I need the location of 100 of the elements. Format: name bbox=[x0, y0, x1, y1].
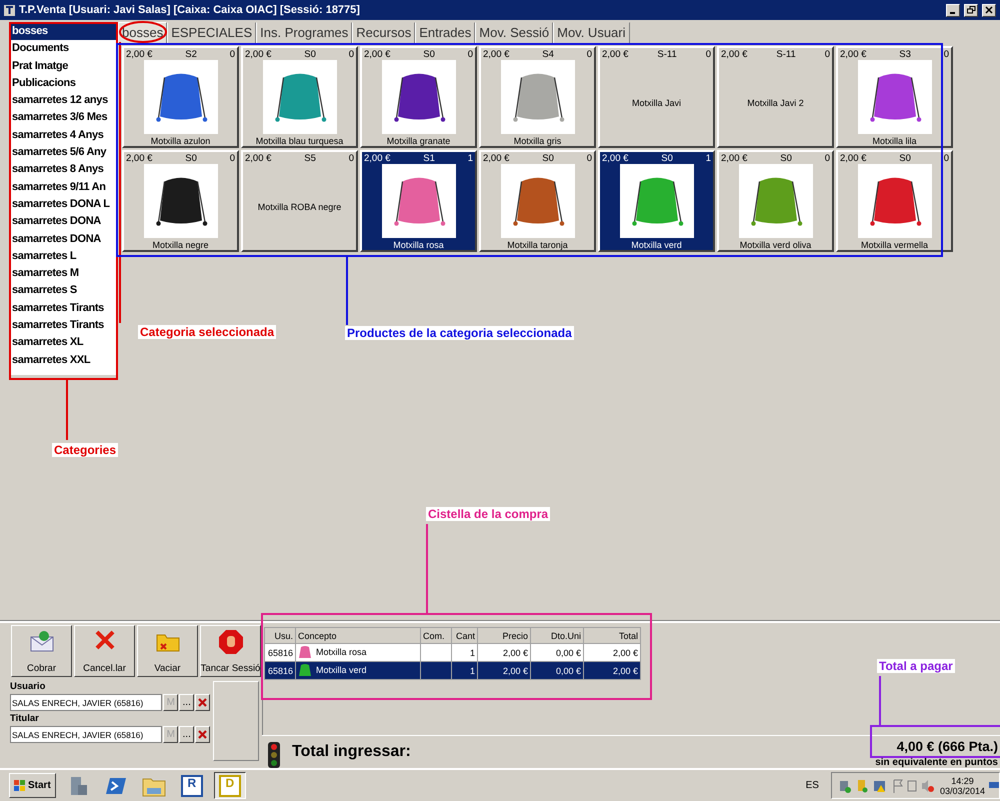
small-button[interactable]: ... bbox=[179, 726, 194, 743]
close-icon bbox=[198, 730, 208, 739]
table-cell: 65816 bbox=[264, 644, 296, 662]
product-price: 2,00 € bbox=[364, 153, 390, 164]
action-button[interactable]: Cancel.lar bbox=[74, 625, 135, 677]
clear-button[interactable] bbox=[195, 694, 210, 711]
tab[interactable]: Mov. Usuari bbox=[553, 22, 630, 43]
category-item[interactable]: samarretes M bbox=[10, 265, 118, 282]
product-price: 2,00 € bbox=[840, 49, 866, 60]
language-indicator[interactable]: ES bbox=[800, 780, 825, 791]
highlight-ellipse bbox=[119, 21, 167, 43]
action-button[interactable]: Cobrar bbox=[11, 625, 72, 677]
person-field[interactable]: SALAS ENRECH, JAVIER (65816) bbox=[10, 726, 162, 743]
clear-button[interactable] bbox=[195, 726, 210, 743]
product-price: 2,00 € bbox=[602, 49, 628, 60]
window-title: T.P.Venta [Usuari: Javi Salas] [Caixa: Caixa OIAC] [Sessió: 18775] bbox=[19, 4, 361, 16]
product-count: 0 bbox=[706, 49, 711, 60]
category-item[interactable]: samarretes DONA L bbox=[10, 196, 118, 214]
app-letter-icon: D bbox=[218, 774, 241, 796]
category-item[interactable]: Publicacions bbox=[10, 74, 118, 92]
category-item[interactable]: samarretes Tirants bbox=[10, 300, 118, 318]
column-header: Com. bbox=[420, 628, 452, 644]
product-count: 0 bbox=[468, 49, 473, 60]
action-button[interactable]: Tancar Sessió bbox=[200, 625, 261, 677]
column-header: Precio bbox=[478, 628, 530, 644]
product-tile[interactable]: 2,00 € S4 0 Motxilla gris bbox=[479, 46, 596, 148]
product-name: Motxilla gris bbox=[514, 136, 562, 146]
product-tile[interactable]: 2,00 € S0 1 Motxilla verd bbox=[598, 150, 715, 252]
product-tile[interactable]: 2,00 € S-11 0 Motxilla Javi bbox=[598, 46, 715, 148]
points-note: sin equivalente en puntos bbox=[875, 757, 998, 768]
annotation-label: Productes de la categoria seleccionada bbox=[345, 326, 574, 340]
product-count: 0 bbox=[230, 49, 235, 60]
product-tile[interactable]: 2,00 € S0 0 Motxilla granate bbox=[360, 46, 477, 148]
restore-icon bbox=[966, 6, 976, 14]
product-tile[interactable]: 2,00 € S0 0 Motxilla verd oliva bbox=[717, 150, 834, 252]
tab[interactable]: ESPECIALES bbox=[167, 22, 256, 43]
category-item[interactable]: samarretes Tirants bbox=[10, 317, 118, 334]
product-code: S-11 bbox=[657, 49, 677, 60]
category-item[interactable]: samarretes 8 Anys bbox=[10, 161, 118, 179]
windows-logo-icon bbox=[14, 780, 26, 792]
close-button[interactable] bbox=[982, 4, 996, 16]
product-tile[interactable]: 2,00 € S0 0 Motxilla blau turquesa bbox=[241, 46, 358, 148]
product-count: 0 bbox=[824, 49, 830, 60]
start-button[interactable]: Start bbox=[9, 773, 56, 798]
category-item[interactable]: Documents bbox=[10, 40, 118, 58]
category-item[interactable]: samarretes L bbox=[10, 248, 118, 266]
category-item[interactable]: samarretes 3/6 Mes bbox=[10, 109, 118, 127]
clock-date: 03/03/2014 bbox=[940, 786, 985, 796]
table-cell: 1 bbox=[452, 644, 478, 662]
app-letter-icon: R bbox=[180, 774, 203, 796]
product-code: S0 bbox=[542, 153, 554, 164]
product-tile[interactable]: 2,00 € S0 0 Motxilla vermella bbox=[836, 150, 953, 252]
column-header: Dto.Uni bbox=[530, 628, 584, 644]
table-cell: 0,00 € bbox=[530, 662, 584, 680]
product-code: S5 bbox=[304, 153, 316, 164]
category-item[interactable]: samarretes 4 Anys bbox=[10, 126, 118, 144]
product-code: S4 bbox=[542, 49, 554, 60]
total-amount: 4,00 € (666 Pta.) bbox=[896, 739, 998, 754]
leader-line bbox=[66, 379, 68, 440]
product-name: Motxilla Javi bbox=[632, 98, 681, 108]
product-tile[interactable]: 2,00 € S0 0 Motxilla taronja bbox=[479, 150, 596, 252]
category-item[interactable]: samarretes S bbox=[10, 282, 118, 300]
product-tile[interactable]: 2,00 € S0 0 Motxilla negre bbox=[122, 150, 239, 252]
table-cell: 2,00 € bbox=[584, 662, 640, 680]
category-item[interactable]: samarretes 12 anys bbox=[10, 92, 118, 110]
product-count: 0 bbox=[944, 49, 949, 60]
category-item[interactable]: bosses bbox=[10, 23, 118, 40]
category-item[interactable]: samarretes DONA bbox=[10, 230, 118, 248]
close-icon bbox=[985, 6, 993, 14]
field-label: Titular bbox=[10, 713, 40, 724]
person-field[interactable]: SALAS ENRECH, JAVIER (65816) bbox=[10, 694, 162, 711]
category-item[interactable]: samarretes XL bbox=[10, 334, 118, 352]
product-tile[interactable]: 2,00 € S5 0 Motxilla ROBA negre bbox=[241, 150, 358, 252]
table-cell: 2,00 € bbox=[584, 644, 640, 662]
product-price: 2,00 € bbox=[483, 49, 510, 60]
product-tile[interactable]: 2,00 € S1 1 Motxilla rosa bbox=[360, 150, 477, 252]
category-item[interactable]: samarretes DONA bbox=[10, 213, 118, 231]
restore-button[interactable] bbox=[964, 4, 978, 16]
stop-hand-icon bbox=[218, 629, 244, 655]
tab[interactable]: Recursos bbox=[352, 22, 416, 43]
minimize-button[interactable] bbox=[946, 4, 960, 16]
product-tile[interactable]: 2,00 € S3 0 Motxilla lila bbox=[836, 46, 953, 148]
small-button[interactable]: ... bbox=[179, 694, 194, 711]
product-name: Motxilla ROBA negre bbox=[258, 202, 342, 212]
product-price: 2,00 € bbox=[364, 49, 390, 60]
product-tile[interactable]: 2,00 € S-11 0 Motxilla Javi 2 bbox=[717, 46, 834, 148]
product-name: Motxilla Javi 2 bbox=[747, 98, 804, 108]
product-tile[interactable]: 2,00 € S2 0 Motxilla azulon bbox=[122, 46, 239, 148]
annotation-label: Total a pagar bbox=[877, 659, 955, 673]
tab[interactable]: Entrades bbox=[415, 22, 476, 43]
product-price: 2,00 € bbox=[483, 153, 510, 164]
category-item[interactable]: samarretes 5/6 Any bbox=[10, 144, 118, 162]
category-item[interactable]: Prat Imatge bbox=[10, 58, 118, 75]
tab[interactable]: Mov. Sessió bbox=[475, 22, 554, 43]
tab[interactable]: Ins. Programes bbox=[256, 22, 352, 43]
annotation-label: Categories bbox=[52, 443, 118, 457]
action-button[interactable]: Vaciar bbox=[137, 625, 198, 677]
category-item[interactable]: samarretes 9/11 An bbox=[10, 178, 118, 196]
product-count: 0 bbox=[230, 153, 235, 164]
category-item[interactable]: samarretes XXL bbox=[10, 352, 118, 369]
